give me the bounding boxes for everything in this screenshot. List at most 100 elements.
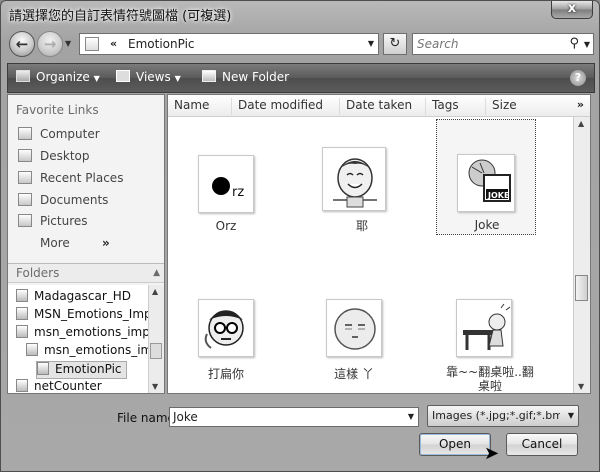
chevron-down-icon[interactable]: ▼	[408, 412, 414, 421]
organize-button[interactable]: Organize ▼	[16, 70, 100, 84]
refresh-button[interactable]: ↻	[383, 33, 407, 55]
fav-item-more[interactable]: More	[40, 236, 70, 254]
back-button[interactable]: ←	[9, 31, 35, 57]
computer-icon	[18, 127, 32, 140]
tree-item-label: Madagascar_HD	[34, 289, 132, 303]
orz-emoticon-icon: rz	[212, 177, 244, 200]
documents-icon	[18, 193, 32, 206]
tree-item-msn-emotions-imp[interactable]: MSN_Emotions_Imp	[16, 307, 148, 325]
folder-icon	[16, 379, 28, 392]
folder-tree: Madagascar_HD MSN_Emotions_Imp msn_emoti…	[8, 285, 148, 393]
file-list-scrollbar[interactable]: ▲ ▼	[573, 117, 590, 393]
column-name[interactable]: Name	[168, 98, 232, 115]
navigation-pane: Favorite Links Computer Desktop Recent P…	[7, 94, 165, 394]
column-date-modified[interactable]: Date modified	[232, 98, 340, 115]
fav-item-label: Recent Places	[40, 171, 124, 185]
more-columns-chevron-icon[interactable]: »	[577, 98, 584, 111]
file-item-da-bian-ni[interactable]: 打扁你	[180, 275, 272, 391]
column-tags[interactable]: Tags	[426, 98, 486, 115]
fav-item-computer[interactable]: Computer	[18, 127, 100, 145]
joke-emoticon-icon: JOKE	[468, 159, 511, 202]
fav-item-documents[interactable]: Documents	[18, 193, 108, 211]
file-label: 耶	[355, 219, 368, 233]
thumbnail	[456, 299, 512, 357]
tree-item-netcounter[interactable]: netCounter	[16, 379, 102, 393]
scroll-thumb[interactable]	[150, 343, 162, 359]
search-dropdown-icon[interactable]: ▼	[584, 40, 590, 49]
blank-face-emoticon-icon	[334, 308, 376, 350]
open-button[interactable]: Open	[419, 433, 491, 456]
column-date-taken[interactable]: Date taken	[340, 98, 426, 115]
tree-item-label: netCounter	[34, 379, 102, 393]
recent-places-icon	[18, 171, 32, 184]
new-folder-button[interactable]: New Folder	[202, 70, 289, 84]
file-item-zhe-yang[interactable]: 這樣 丫	[308, 275, 400, 391]
address-bar[interactable]: « EmotionPic ▼	[79, 33, 379, 55]
tree-item-emotionpic[interactable]: EmotionPic	[36, 361, 127, 379]
cancel-button[interactable]: Cancel	[506, 433, 578, 456]
favorite-links-heading: Favorite Links	[16, 103, 99, 117]
thumbnail	[322, 147, 386, 211]
close-button[interactable]: x	[551, 1, 593, 19]
smiling-boy-emoticon-icon	[333, 158, 377, 208]
breadcrumb-current-folder[interactable]: EmotionPic	[128, 37, 195, 51]
chevron-up-icon: ▲	[153, 268, 160, 278]
pictures-icon	[18, 214, 32, 227]
desktop-icon	[18, 149, 32, 162]
folder-icon	[16, 325, 28, 338]
scroll-down-icon[interactable]: ▼	[152, 382, 158, 391]
search-box[interactable]: ⚲ ▼	[412, 33, 594, 55]
file-item-joke[interactable]: JOKE Joke	[436, 119, 536, 235]
scroll-down-icon[interactable]: ▼	[578, 382, 584, 391]
new-folder-icon	[202, 70, 216, 82]
more-chevron-icon[interactable]: »	[102, 236, 110, 250]
fav-item-label: Documents	[40, 193, 109, 207]
fav-item-pictures[interactable]: Pictures	[18, 214, 88, 232]
file-item-ye[interactable]: 耶	[316, 123, 408, 239]
file-label: 靠~~翻桌啦..翻桌啦	[446, 365, 534, 393]
file-name-combobox[interactable]: Joke ▼	[169, 407, 419, 427]
folder-tree-scrollbar[interactable]: ▲ ▼	[148, 285, 164, 393]
scroll-thumb[interactable]	[575, 275, 588, 301]
help-button[interactable]: ?	[570, 70, 586, 86]
tree-item-label: msn_emotions_impo	[34, 325, 148, 339]
command-bar: Organize ▼ Views ▼ New Folder ?	[7, 63, 595, 93]
fav-item-label: Computer	[40, 127, 100, 141]
fav-item-recent-places[interactable]: Recent Places	[18, 171, 123, 189]
search-icon[interactable]: ⚲	[569, 36, 579, 51]
file-label: Orz	[215, 219, 237, 233]
address-dropdown-icon[interactable]: ▼	[368, 39, 374, 48]
breadcrumb-overflow[interactable]: «	[110, 37, 117, 50]
scroll-up-icon[interactable]: ▲	[578, 119, 584, 128]
folders-header[interactable]: Folders ▲	[8, 263, 164, 283]
recent-pages-dropdown[interactable]: ▼	[65, 39, 71, 48]
column-size[interactable]: Size	[486, 98, 544, 115]
folder-icon	[85, 37, 99, 51]
fav-item-label: Pictures	[40, 214, 88, 228]
forward-arrow-icon: →	[43, 35, 57, 53]
views-button[interactable]: Views ▼	[116, 70, 181, 84]
file-item-fan-zhuo[interactable]: 靠~~翻桌啦..翻桌啦	[442, 275, 538, 393]
organize-label: Organize	[36, 70, 90, 84]
organize-icon	[16, 70, 30, 82]
forward-button[interactable]: →	[37, 31, 63, 57]
tree-item-msn-emotions-im[interactable]: msn_emotions_im	[26, 343, 148, 361]
table-flip-emoticon-icon	[463, 303, 511, 350]
title-bar: 請選擇您的自訂表情符號圖檔 (可複選) x	[1, 1, 599, 29]
views-label: Views	[136, 70, 171, 84]
tree-item-label: msn_emotions_im	[44, 343, 148, 357]
file-name-value[interactable]: Joke	[173, 410, 198, 424]
chevron-down-icon[interactable]: ▼	[568, 411, 574, 420]
tree-item-msn-emotions-impo[interactable]: msn_emotions_impo	[16, 325, 148, 343]
search-input[interactable]	[417, 36, 567, 52]
chevron-down-icon: ▼	[65, 39, 72, 48]
file-list-pane: Name Date modified Date taken Tags Size …	[167, 94, 591, 394]
tree-item-madagascar[interactable]: Madagascar_HD	[16, 289, 131, 307]
scroll-up-icon[interactable]: ▲	[152, 287, 158, 296]
tree-item-label: MSN_Emotions_Imp	[34, 307, 148, 321]
fav-item-desktop[interactable]: Desktop	[18, 149, 90, 167]
folder-icon	[16, 289, 28, 302]
folder-icon	[26, 343, 38, 356]
file-type-select[interactable]: Images (*.jpg;*.gif;*.bmp;*.d ▼	[427, 405, 579, 427]
file-item-orz[interactable]: rz Orz	[180, 123, 272, 239]
